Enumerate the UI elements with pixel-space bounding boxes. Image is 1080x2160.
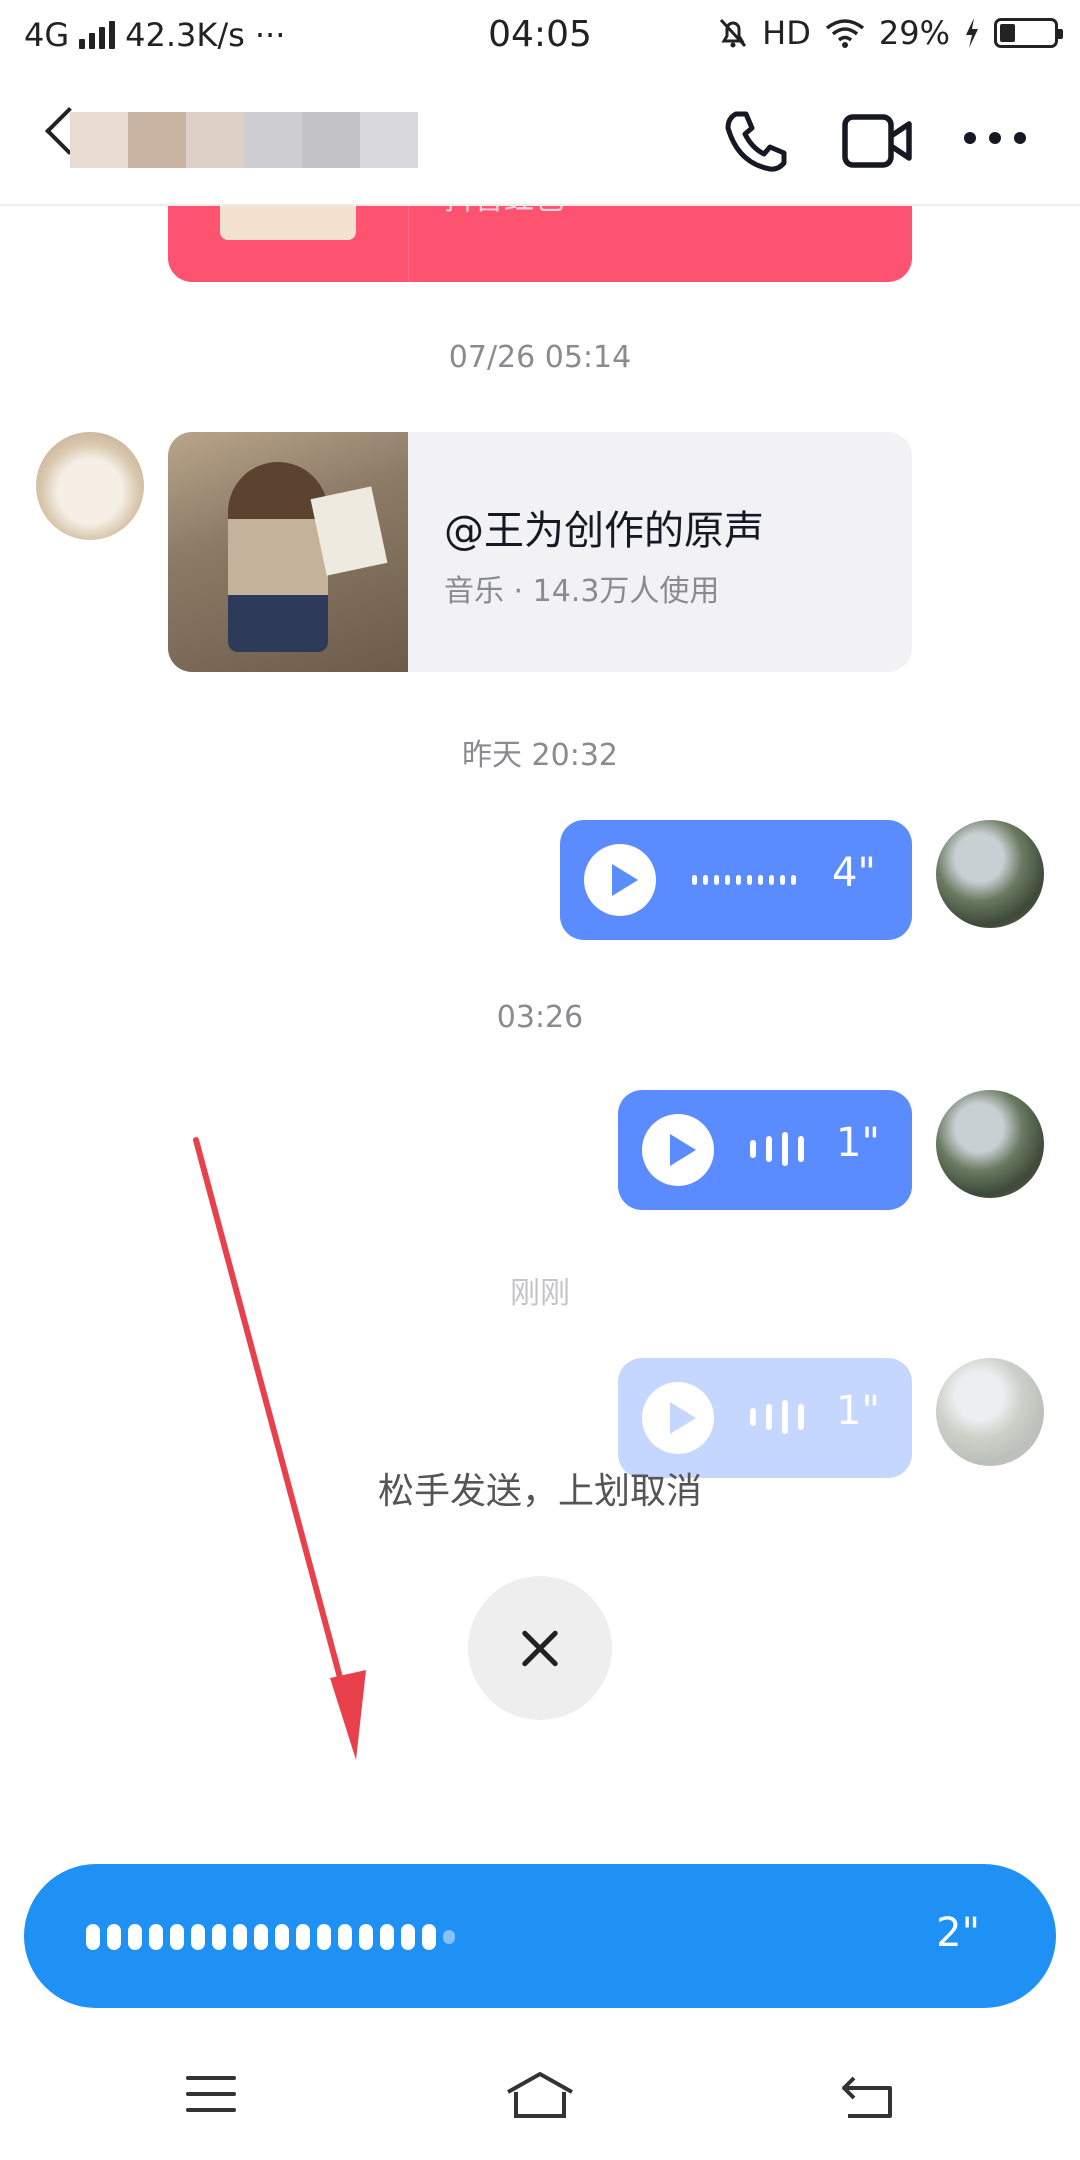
avatar[interactable]	[936, 820, 1044, 928]
phone-icon[interactable]	[722, 108, 788, 174]
voice-recording-bar[interactable]: 2"	[24, 1864, 1056, 2008]
avatar[interactable]	[936, 1090, 1044, 1198]
play-icon[interactable]	[642, 1114, 714, 1186]
recording-waveform	[86, 1924, 455, 1950]
battery-fill	[1000, 24, 1015, 42]
status-right: HD 29%	[718, 14, 1063, 52]
annotation-arrow-icon	[193, 1137, 366, 1760]
status-bar: 4G 42.3K/s ··· 04:05 HD 29%	[0, 0, 1080, 72]
voice-message[interactable]: 4"	[560, 820, 912, 940]
hd-label: HD	[762, 14, 811, 52]
voice-bars	[750, 1132, 804, 1166]
voice-bars	[750, 1400, 804, 1434]
system-nav-bar	[0, 2040, 1080, 2160]
back-nav-icon[interactable]	[840, 2074, 896, 2120]
music-share-card[interactable]: @王为创作的原声 音乐 · 14.3万人使用	[168, 432, 912, 672]
play-icon[interactable]	[584, 844, 656, 916]
battery-icon	[994, 18, 1063, 48]
music-subtitle: 音乐 · 14.3万人使用	[444, 574, 720, 609]
wifi-icon	[825, 19, 864, 48]
home-icon[interactable]	[504, 2070, 576, 2122]
voice-message[interactable]: 1"	[618, 1090, 912, 1210]
more-icon[interactable]	[962, 130, 1028, 146]
avatar[interactable]	[936, 1358, 1044, 1466]
avatar[interactable]	[36, 432, 144, 540]
voice-dots	[692, 875, 796, 885]
music-cover	[168, 432, 408, 672]
voice-duration: 4"	[832, 850, 876, 896]
charging-icon	[966, 18, 978, 48]
recording-hint: 松手发送，上划取消	[377, 1471, 702, 1512]
recording-duration: 2"	[936, 1910, 980, 1956]
voice-message[interactable]: 1"	[618, 1358, 912, 1478]
video-call-icon[interactable]	[842, 114, 912, 170]
menu-icon[interactable]	[186, 2076, 236, 2124]
play-icon[interactable]	[642, 1382, 714, 1454]
mute-bell-icon	[720, 18, 747, 48]
timestamp: 03:26	[496, 1000, 584, 1035]
music-title: @王为创作的原声	[444, 508, 764, 554]
voice-duration: 1"	[836, 1388, 880, 1434]
contact-name-blurred	[70, 98, 610, 248]
cancel-recording-button[interactable]	[468, 1576, 612, 1720]
voice-duration: 1"	[836, 1120, 880, 1166]
timestamp: 07/26 05:14	[448, 340, 632, 375]
battery-percent: 29%	[878, 14, 950, 52]
timestamp: 昨天 20:32	[462, 738, 618, 773]
chat-header	[0, 72, 1080, 206]
timestamp: 刚刚	[510, 1276, 570, 1311]
